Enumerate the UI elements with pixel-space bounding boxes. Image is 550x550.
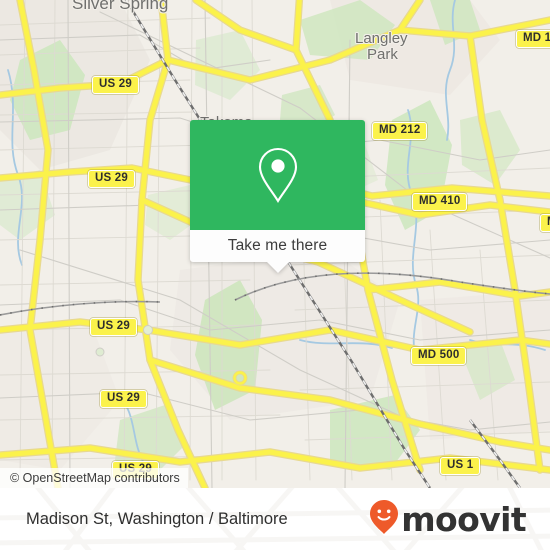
footer-bar: Madison St, Washington / Baltimore moovi…	[0, 488, 550, 550]
moovit-wordmark: moovit	[401, 499, 526, 539]
osm-attribution[interactable]: © OpenStreetMap contributors	[0, 468, 188, 488]
moovit-map-screenshot: .road-case{stroke:#e8d98f;fill:none;stro…	[0, 0, 550, 550]
moovit-pin-icon	[369, 499, 399, 540]
popup-icon-area	[190, 120, 365, 230]
map-canvas[interactable]: .road-case{stroke:#e8d98f;fill:none;stro…	[0, 0, 550, 488]
osm-attribution-text: © OpenStreetMap contributors	[10, 471, 180, 485]
popup-cta-bar[interactable]: Take me there	[190, 230, 365, 273]
location-title: Madison St, Washington / Baltimore	[26, 509, 288, 528]
map-popup[interactable]: Take me there	[190, 120, 365, 273]
popup-cta-label: Take me there	[227, 237, 328, 254]
moovit-logo[interactable]: moovit	[369, 499, 527, 540]
popup-tail-pointer	[266, 262, 289, 273]
map-pin-icon	[255, 145, 301, 205]
